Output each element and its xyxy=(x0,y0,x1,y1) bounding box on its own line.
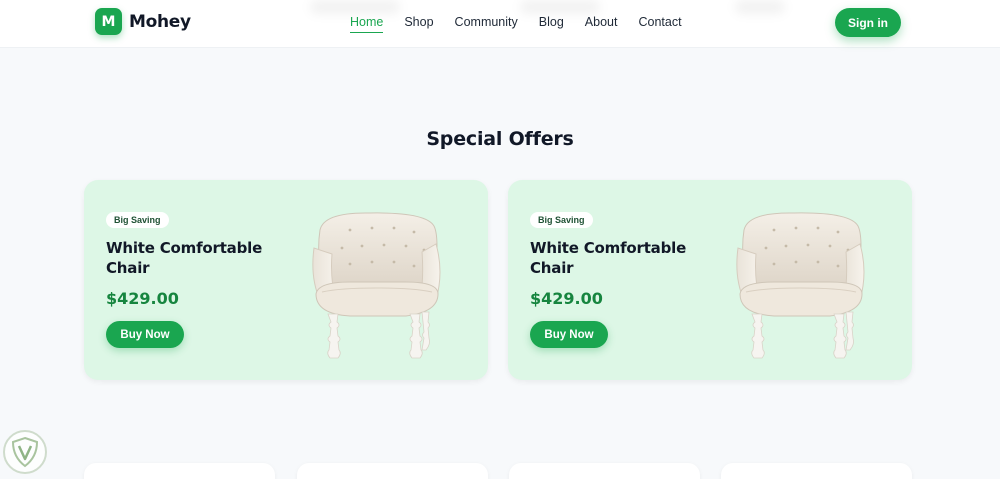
logo-mark: M xyxy=(95,8,122,35)
product-card-preview xyxy=(297,463,488,479)
header-blur-decoration xyxy=(735,0,785,14)
nav-shop[interactable]: Shop xyxy=(404,14,433,33)
offer-badge: Big Saving xyxy=(530,212,593,228)
product-card-preview xyxy=(84,463,275,479)
nav-community[interactable]: Community xyxy=(455,14,518,33)
brand-logo[interactable]: M Mohey xyxy=(95,8,191,35)
watermark-shield-icon xyxy=(3,430,47,474)
logo-text: Mohey xyxy=(129,11,191,32)
offer-price: $429.00 xyxy=(530,289,603,308)
nav-blog[interactable]: Blog xyxy=(539,14,564,33)
armchair-image xyxy=(312,212,441,359)
nav-contact[interactable]: Contact xyxy=(638,14,681,33)
buy-now-button[interactable]: Buy Now xyxy=(530,321,608,348)
sign-in-button[interactable]: Sign in xyxy=(835,8,901,37)
buy-now-button[interactable]: Buy Now xyxy=(106,321,184,348)
header-blur-decoration xyxy=(520,0,600,14)
armchair-image xyxy=(736,212,865,359)
nav-about[interactable]: About xyxy=(585,14,618,33)
offer-title: White Comfortable Chair xyxy=(106,239,263,277)
header-blur-decoration xyxy=(310,0,400,14)
offer-card: Big Saving White Comfortable Chair $429.… xyxy=(508,180,912,380)
main-nav: Home Shop Community Blog About Contact xyxy=(350,14,682,33)
offer-price: $429.00 xyxy=(106,289,179,308)
offer-title: White Comfortable Chair xyxy=(530,239,687,277)
product-card-preview xyxy=(509,463,700,479)
site-header: M Mohey Home Shop Community Blog About C… xyxy=(0,0,1000,48)
nav-home[interactable]: Home xyxy=(350,14,384,33)
section-title: Special Offers xyxy=(426,128,574,150)
offer-badge: Big Saving xyxy=(106,212,169,228)
offer-card: Big Saving White Comfortable Chair $429.… xyxy=(84,180,488,380)
product-card-preview xyxy=(721,463,912,479)
